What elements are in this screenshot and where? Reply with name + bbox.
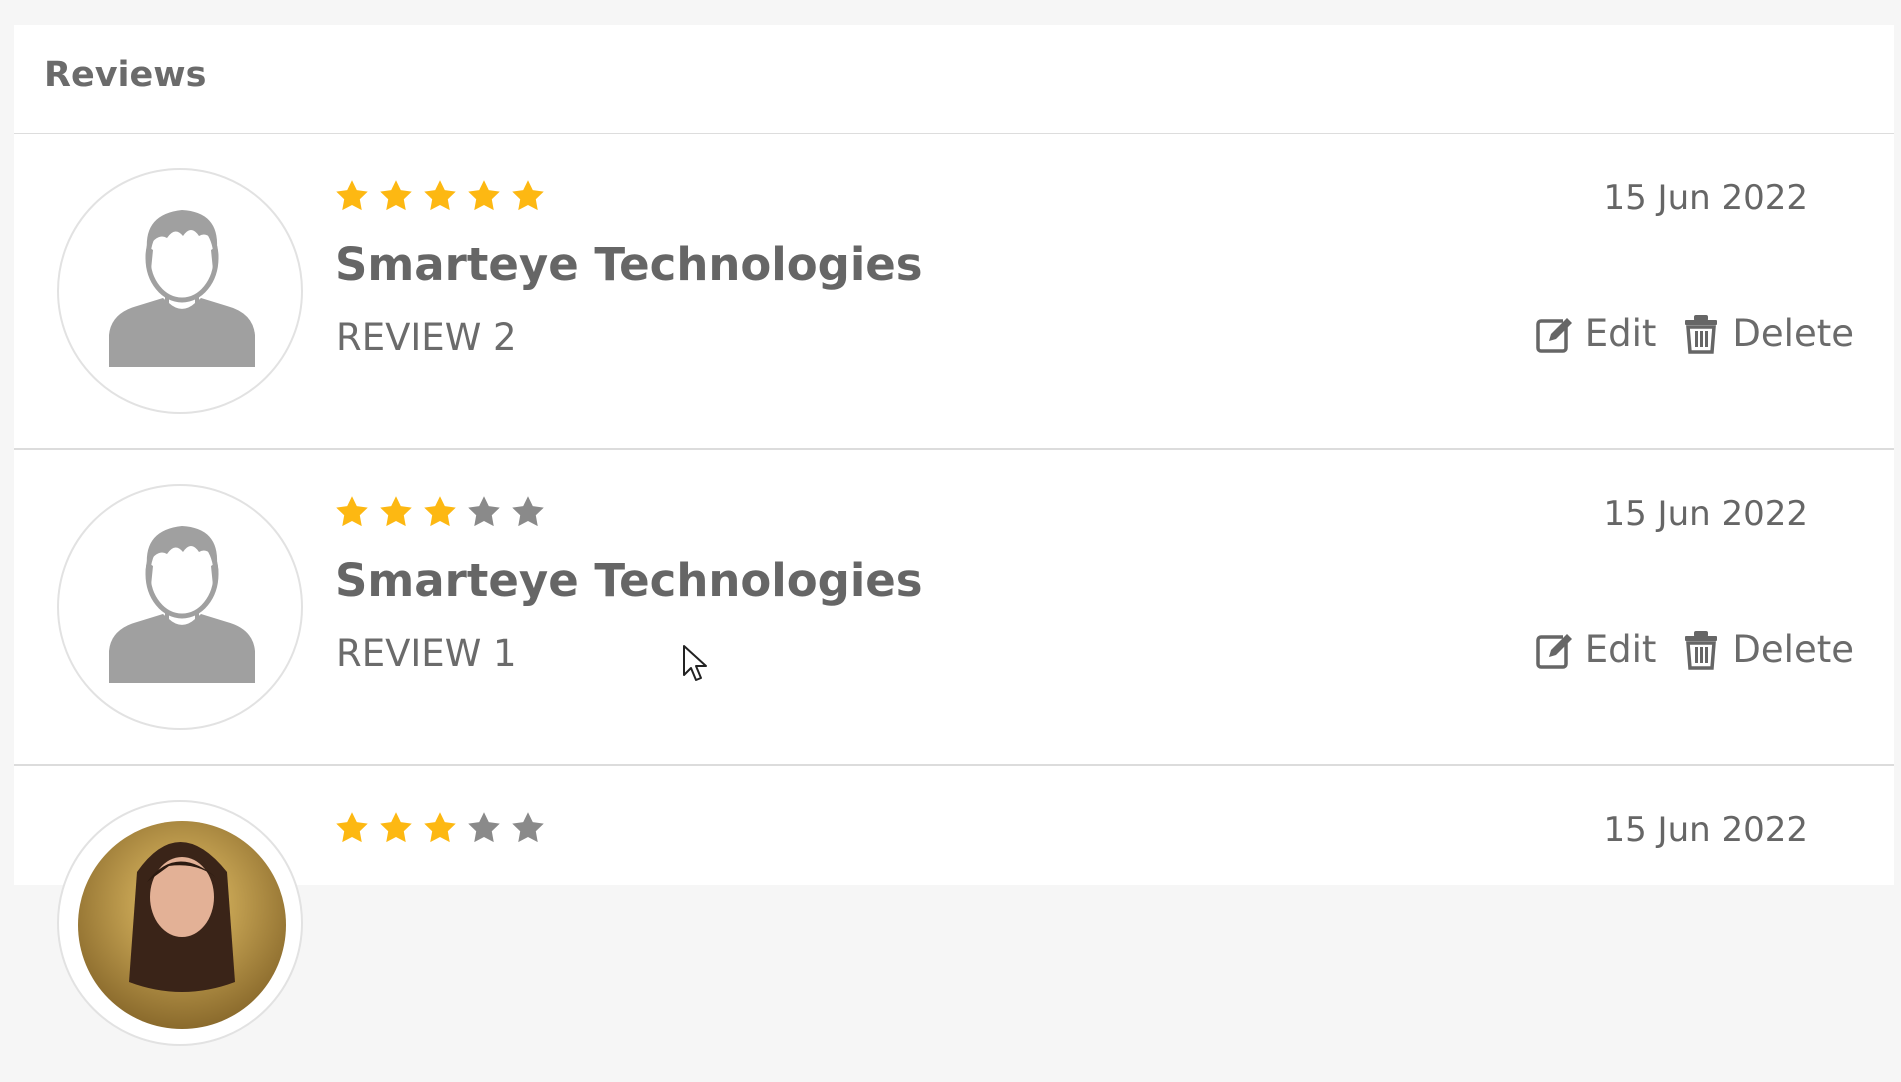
edit-icon (1536, 629, 1573, 669)
review-item: Smarteye Technologies REVIEW 2 15 Jun 20… (14, 134, 1894, 450)
avatar (57, 484, 303, 730)
review-text: REVIEW 2 (336, 316, 517, 359)
star-icon (512, 496, 544, 527)
star-icon (468, 496, 500, 527)
review-actions: Edit Delete (1509, 312, 1854, 355)
review-date: 15 Jun 2022 (1603, 494, 1808, 534)
review-actions: Edit Delete (1509, 628, 1854, 671)
star-icon (512, 812, 544, 843)
user-photo (78, 821, 286, 1029)
avatar (57, 800, 303, 1046)
edit-label: Edit (1584, 312, 1657, 355)
edit-button[interactable]: Edit (1535, 312, 1657, 355)
default-user-icon (109, 526, 255, 683)
avatar (57, 168, 303, 414)
review-item: Smarteye Technologies REVIEW 1 15 Jun 20… (14, 450, 1894, 766)
star-icon (380, 496, 412, 527)
star-rating (334, 494, 554, 530)
star-rating (334, 178, 554, 214)
review-item: 15 Jun 2022 (14, 766, 1894, 1082)
delete-button[interactable]: Delete (1682, 312, 1854, 355)
edit-button[interactable]: Edit (1535, 628, 1657, 671)
star-icon (468, 812, 500, 843)
delete-button[interactable]: Delete (1682, 628, 1854, 671)
star-icon (424, 180, 456, 211)
review-date: 15 Jun 2022 (1603, 178, 1808, 218)
panel-title: Reviews (44, 55, 207, 95)
star-icon (336, 812, 368, 843)
trash-icon (1685, 314, 1718, 354)
review-date: 15 Jun 2022 (1603, 810, 1808, 850)
edit-label: Edit (1584, 628, 1657, 671)
delete-label: Delete (1732, 628, 1854, 671)
panel-header: Reviews (14, 25, 1894, 134)
star-icon (424, 496, 456, 527)
star-icon (512, 180, 544, 211)
star-icon (468, 180, 500, 211)
star-rating (334, 810, 554, 846)
review-text: REVIEW 1 (336, 632, 517, 675)
star-icon (336, 180, 368, 211)
default-user-icon (109, 210, 255, 367)
star-icon (380, 180, 412, 211)
edit-icon (1536, 313, 1573, 353)
star-icon (336, 496, 368, 527)
delete-label: Delete (1732, 312, 1854, 355)
reviewer-name: Smarteye Technologies (335, 238, 923, 291)
star-icon (424, 812, 456, 843)
trash-icon (1685, 630, 1718, 670)
star-icon (380, 812, 412, 843)
reviewer-name: Smarteye Technologies (335, 554, 923, 607)
mouse-cursor-icon (683, 645, 707, 681)
reviews-panel: Reviews Smarteye Technologies REVIEW 2 1… (14, 25, 1894, 1046)
